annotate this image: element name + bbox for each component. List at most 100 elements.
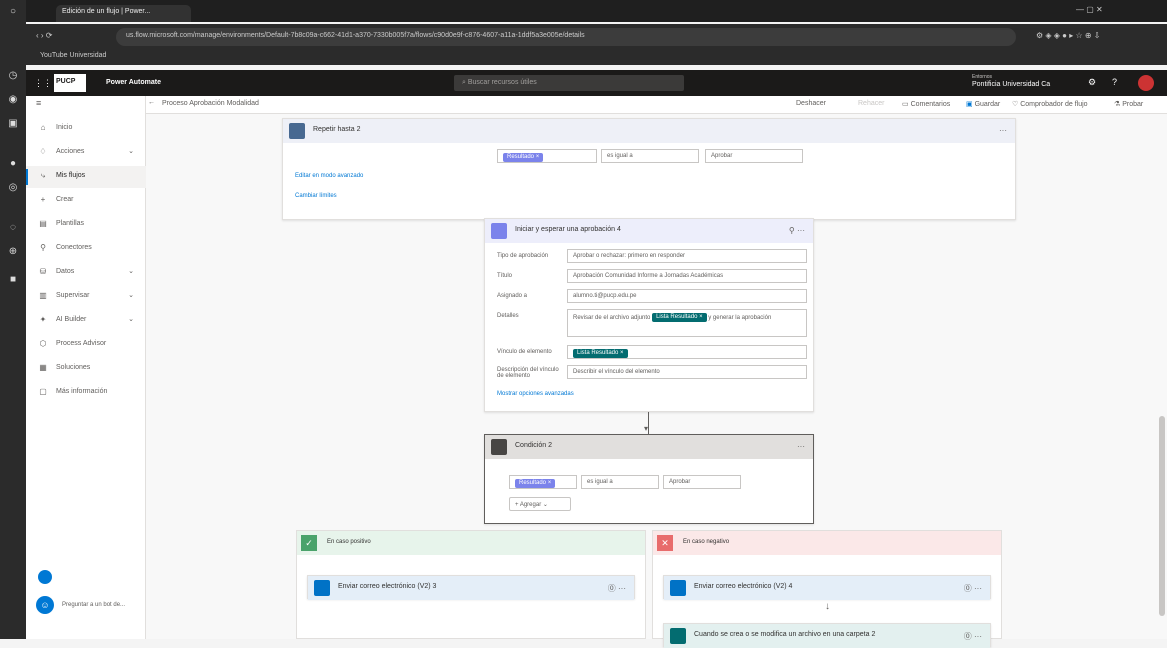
dot-icon[interactable]: ■ xyxy=(7,274,19,286)
bot-icon[interactable]: ☺ xyxy=(36,596,54,614)
chevron-down-icon[interactable]: ⌄ xyxy=(128,315,134,323)
sidebar-item-plantillas[interactable]: ▤ Plantillas xyxy=(26,214,146,236)
result-token[interactable]: Resultado × xyxy=(503,153,544,162)
back-arrow-icon[interactable]: ← xyxy=(148,99,155,106)
test-button[interactable]: ⚗ Probar xyxy=(1114,100,1143,108)
window-controls-icon[interactable]: — ▢ ✕ xyxy=(1076,5,1103,14)
condition-left-field[interactable]: Resultado × xyxy=(497,149,597,163)
sidebar-item-acciones[interactable]: ♢ Acciones ⌄ xyxy=(26,142,146,164)
sidebar-item-process-advisor[interactable]: ⬡ Process Advisor xyxy=(26,334,146,356)
window-icon[interactable]: ▣ xyxy=(7,118,19,130)
gear-icon[interactable]: ⚙ xyxy=(1088,77,1096,88)
history-icon[interactable]: ◷ xyxy=(7,70,19,82)
undo-button[interactable]: Deshacer xyxy=(796,100,826,107)
sidebar-item-mis-flujos[interactable]: ⤷ Mis flujos xyxy=(26,166,146,188)
environment-selector[interactable]: Pontificia Universidad Ca xyxy=(972,81,1050,88)
result-token[interactable]: Resultado × xyxy=(515,479,556,488)
settings-icon[interactable]: ◌ xyxy=(7,222,19,234)
sidebar-item-m-s-informaci-n[interactable]: ▢ Más información xyxy=(26,382,146,404)
field-value: Aprobación Comunidad Informe a Jornadas … xyxy=(573,273,724,279)
connector-line xyxy=(648,412,649,434)
sidebar-item-crear[interactable]: + Crear xyxy=(26,190,146,212)
sidebar-item-datos[interactable]: ⛁ Datos ⌄ xyxy=(26,262,146,284)
more-icon[interactable]: ⓪ ··· xyxy=(608,583,626,594)
email-header[interactable]: Enviar correo electrónico (V2) 4 ⓪ ··· xyxy=(664,576,990,600)
chat-bubble-icon[interactable] xyxy=(38,570,52,584)
repeat-title: Repetir hasta 2 xyxy=(313,126,361,133)
comments-button[interactable]: ▭ Comentarios xyxy=(902,100,950,108)
app-name[interactable]: Power Automate xyxy=(106,79,161,86)
more-icon[interactable]: ⓪ ··· xyxy=(964,583,982,594)
search-placeholder: Buscar recursos útiles xyxy=(467,79,537,86)
email-header[interactable]: Enviar correo electrónico (V2) 3 ⓪ ··· xyxy=(308,576,634,600)
bell-icon: ♢ xyxy=(39,147,47,156)
more-icon[interactable]: ··· xyxy=(797,442,805,451)
hamburger-icon[interactable]: ≡ xyxy=(36,98,41,108)
avatar[interactable] xyxy=(1138,75,1154,91)
menu-icon[interactable]: ○ xyxy=(7,6,19,18)
title-field[interactable]: Aprobación Comunidad Informe a Jornadas … xyxy=(567,269,807,283)
right-gutter xyxy=(1031,96,1167,639)
search-input[interactable]: ⌕ Buscar recursos útiles xyxy=(454,75,684,91)
nav-arrows-icon[interactable]: ‹ › ⟳ xyxy=(36,31,52,40)
change-limits-link[interactable]: Cambiar límites xyxy=(295,193,337,199)
redo-button[interactable]: Rehacer xyxy=(858,100,884,107)
chevron-down-icon[interactable]: ⌄ xyxy=(128,147,134,155)
list-result-token[interactable]: Lista Resultado × xyxy=(652,313,707,322)
bookmarks-text[interactable]: YouTube Universidad xyxy=(40,52,106,59)
sharepoint-icon xyxy=(670,628,686,644)
file-trigger-card[interactable]: Cuando se crea o se modifica un archivo … xyxy=(663,623,991,648)
extension-icon[interactable]: ◉ xyxy=(7,94,19,106)
more-icon[interactable]: ⚲ ··· xyxy=(789,226,805,235)
save-label: Guardar xyxy=(974,101,1001,108)
send-email-card-4[interactable]: Enviar correo electrónico (V2) 4 ⓪ ··· xyxy=(663,575,991,600)
file-header[interactable]: Cuando se crea o se modifica un archivo … xyxy=(664,624,990,648)
operator-select[interactable]: es igual a xyxy=(601,149,699,163)
share-icon[interactable]: ⊕ xyxy=(7,246,19,258)
more-icon[interactable]: ⓪ ··· xyxy=(964,631,982,642)
ask-bot-label[interactable]: Preguntar a un bot de... xyxy=(62,602,125,608)
approval-header[interactable]: Iniciar y esperar una aprobación 4 ⚲ ··· xyxy=(485,219,813,243)
sidebar-item-conectores[interactable]: ⚲ Conectores xyxy=(26,238,146,260)
value-field[interactable]: Aprobar xyxy=(705,149,803,163)
condition-left-field[interactable]: Resultado × xyxy=(509,475,577,489)
extensions-icon[interactable]: ⚙ ◈ ◈ ● ▸ ☆ ⊕ ⇩ xyxy=(1036,31,1100,40)
add-button[interactable]: + Agregar ⌄ xyxy=(509,497,571,511)
flow-checker-button[interactable]: ♡ Comprobador de flujo xyxy=(1012,100,1088,108)
operator-select[interactable]: es igual a xyxy=(581,475,659,489)
value-field[interactable]: Aprobar xyxy=(663,475,741,489)
approval-type-select[interactable]: Aprobar o rechazar: primero en responder xyxy=(567,249,807,263)
repeat-header[interactable]: Repetir hasta 2 ··· xyxy=(283,119,1015,143)
link-description-field[interactable]: Describir el vínculo del elemento xyxy=(567,365,807,379)
sidebar-item-label: Crear xyxy=(56,196,74,203)
condition-header[interactable]: Condición 2 ··· xyxy=(485,435,813,459)
sidebar-item-ai-builder[interactable]: ✦ AI Builder ⌄ xyxy=(26,310,146,332)
waffle-icon[interactable]: ⋮⋮ xyxy=(34,78,52,89)
repeat-until-card[interactable]: Repetir hasta 2 ··· Resultado × es igual… xyxy=(282,118,1016,220)
sidebar-item-soluciones[interactable]: ▦ Soluciones xyxy=(26,358,146,380)
show-advanced-link[interactable]: Mostrar opciones avanzadas xyxy=(497,391,574,397)
scrollbar[interactable] xyxy=(1159,416,1165,616)
field-label: Tipo de aprobación xyxy=(497,253,549,259)
sidebar-item-inicio[interactable]: ⌂ Inicio xyxy=(26,118,146,140)
plus-icon: + xyxy=(40,195,46,204)
browser-tab[interactable]: Edición de un flujo | Power... xyxy=(56,5,191,22)
save-button[interactable]: ▣ Guardar xyxy=(966,100,1000,108)
app-icon[interactable]: ◎ xyxy=(7,182,19,194)
advanced-mode-link[interactable]: Editar en modo avanzado xyxy=(295,173,363,179)
approval-card[interactable]: Iniciar y esperar una aprobación 4 ⚲ ···… xyxy=(484,218,814,412)
chevron-down-icon[interactable]: ⌄ xyxy=(128,267,134,275)
sidebar-item-label: Inicio xyxy=(56,124,73,131)
more-icon[interactable]: ··· xyxy=(999,126,1007,135)
profile-icon[interactable]: ● xyxy=(7,158,19,170)
sidebar-item-supervisar[interactable]: ▥ Supervisar ⌄ xyxy=(26,286,146,308)
chevron-down-icon[interactable]: ⌄ xyxy=(128,291,134,299)
help-icon[interactable]: ? xyxy=(1112,77,1117,87)
details-field[interactable]: Revisar de el archivo adjunto Lista Resu… xyxy=(567,309,807,337)
list-result-token[interactable]: Lista Resultado × xyxy=(573,349,628,358)
url-field[interactable]: us.flow.microsoft.com/manage/environment… xyxy=(116,28,1016,46)
send-email-card-3[interactable]: Enviar correo electrónico (V2) 3 ⓪ ··· xyxy=(307,575,635,600)
assigned-to-field[interactable]: alumno.ti@pucp.edu.pe xyxy=(567,289,807,303)
item-link-field[interactable]: Lista Resultado × xyxy=(567,345,807,359)
condition-card[interactable]: Condición 2 ··· Resultado × es igual a A… xyxy=(484,434,814,524)
